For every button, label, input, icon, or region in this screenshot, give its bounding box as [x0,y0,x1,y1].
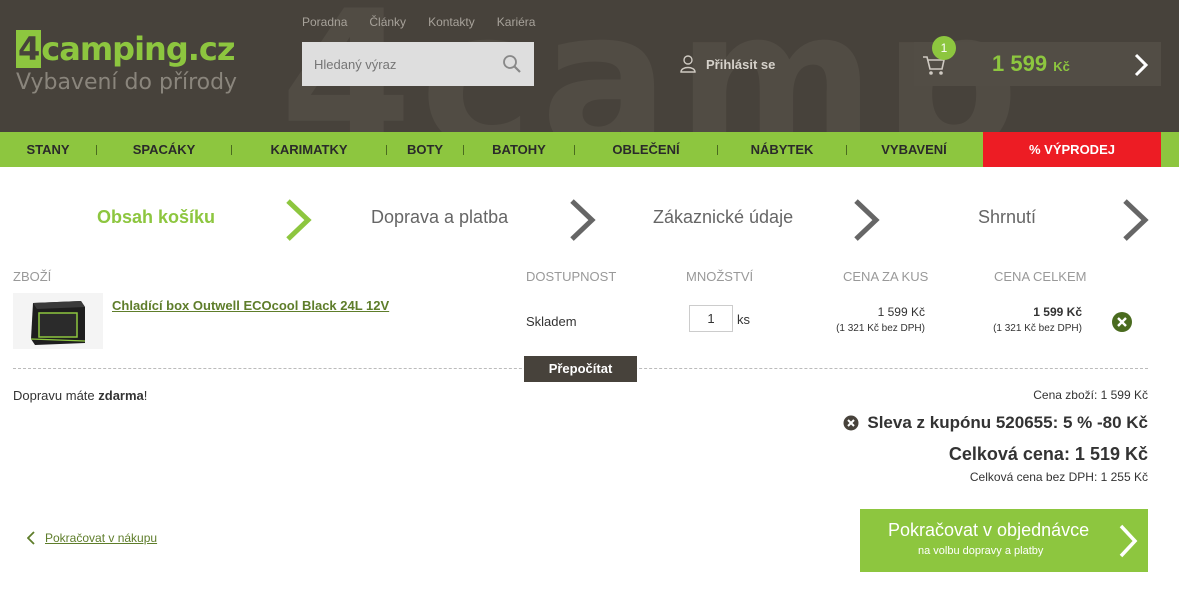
quantity-input[interactable] [689,305,733,332]
column-header-availability: DOSTUPNOST [526,269,617,284]
order-total-net: Celková cena bez DPH: 1 255 Kč [969,470,1148,484]
top-link-poradna[interactable]: Poradna [302,15,347,29]
continue-order-sublabel: na volbu dopravy a platby [918,545,1044,557]
login-label: Přihlásit se [706,56,776,72]
nav-item-vybaveni[interactable]: VYBAVENÍ [847,142,981,157]
continue-shopping-link[interactable]: Pokračovat v nákupu [45,531,157,545]
top-link-clanky[interactable]: Články [369,15,406,29]
continue-order-label: Pokračovat v objednávce [888,520,1090,540]
availability-status: Skladem [526,314,577,329]
product-name-link[interactable]: Chladící box Outwell ECOcool Black 24L 1… [112,298,389,313]
chevron-right-icon [1123,199,1149,241]
nav-item-nabytek[interactable]: NÁBYTEK [718,142,846,157]
continue-order-button[interactable]: Pokračovat v objednávce na volbu dopravy… [860,509,1148,572]
chevron-left-icon [27,531,35,545]
logo-text: 4camping.cz [16,30,235,68]
chevron-right-icon [1119,524,1138,558]
step-shipping[interactable]: Doprava a platba [371,207,508,228]
continue-shopping[interactable]: Pokračovat v nákupu [27,531,157,545]
nav-item-spacaky[interactable]: SPACÁKY [97,142,231,157]
remove-coupon-icon[interactable] [843,415,859,431]
search-input[interactable] [302,42,492,86]
coupon-label: Sleva z kupónu 520655: 5 % -80 Kč [867,413,1148,432]
top-link-kariera[interactable]: Kariéra [497,15,536,29]
order-total: Celková cena: 1 519 Kč [948,444,1148,464]
column-header-total-price: CENA CELKEM [994,269,1087,284]
site-header: 4camp 4camping.cz Vybavení do přírody Po… [0,0,1179,132]
coupon-discount: Sleva z kupónu 520655: 5 % -80 Kč [843,413,1148,433]
cart-widget[interactable]: 1 1 599 Kč [914,36,1161,86]
total-price: 1 599 Kč (1 321 Kč bez DPH) [993,305,1082,334]
chevron-right-icon [570,199,596,241]
cart-count-badge: 1 [932,36,956,60]
shipping-free-label: zdarma [98,388,144,403]
quantity-unit: ks [737,312,750,327]
nav-item-sale[interactable]: % VÝPRODEJ [983,132,1161,167]
search-box [302,42,534,86]
checkout-steps: Obsah košíku Doprava a platba Zákaznické… [0,198,1179,242]
top-links: Poradna Články Kontakty Kariéra [302,15,535,29]
step-summary[interactable]: Shrnutí [978,207,1036,228]
login-link[interactable]: Přihlásit se [680,55,775,73]
search-icon[interactable] [502,54,522,74]
chevron-right-icon[interactable] [1133,52,1149,78]
total-price-value: 1 599 Kč [1033,305,1082,319]
remove-item-icon[interactable] [1111,311,1133,333]
logo-tagline: Vybavení do přírody [16,70,238,95]
top-link-kontakty[interactable]: Kontakty [428,15,475,29]
product-image[interactable] [13,293,103,349]
unit-price: 1 599 Kč (1 321 Kč bez DPH) [836,305,925,334]
goods-price: Cena zboží: 1 599 Kč [1033,388,1148,402]
chevron-right-icon [286,199,312,241]
logo[interactable]: 4camping.cz Vybavení do přírody [16,30,237,95]
shipping-note: Dopravu máte zdarma! [13,388,148,403]
cart-total: 1 599 Kč [992,51,1070,76]
step-customer[interactable]: Zákaznické údaje [653,207,793,228]
step-cart: Obsah košíku [97,207,216,227]
unit-price-net: (1 321 Kč bez DPH) [836,323,925,334]
nav-item-stany[interactable]: STANY [0,142,96,157]
recalculate-button[interactable]: Přepočítat [524,356,637,382]
user-icon [680,55,696,73]
column-header-quantity: MNOŽSTVÍ [686,269,754,284]
nav-item-obleceni[interactable]: OBLEČENÍ [575,142,717,157]
chevron-right-icon [854,199,880,241]
category-nav: STANY SPACÁKY KARIMATKY BOTY BATOHY OBLE… [0,132,1179,167]
nav-item-boty[interactable]: BOTY [387,142,463,157]
unit-price-value: 1 599 Kč [877,305,925,319]
total-price-net: (1 321 Kč bez DPH) [993,323,1082,334]
column-header-unit-price: CENA ZA KUS [843,269,929,284]
nav-item-karimatky[interactable]: KARIMATKY [232,142,386,157]
nav-item-batohy[interactable]: BATOHY [464,142,574,157]
column-header-product: ZBOŽÍ [13,269,52,284]
